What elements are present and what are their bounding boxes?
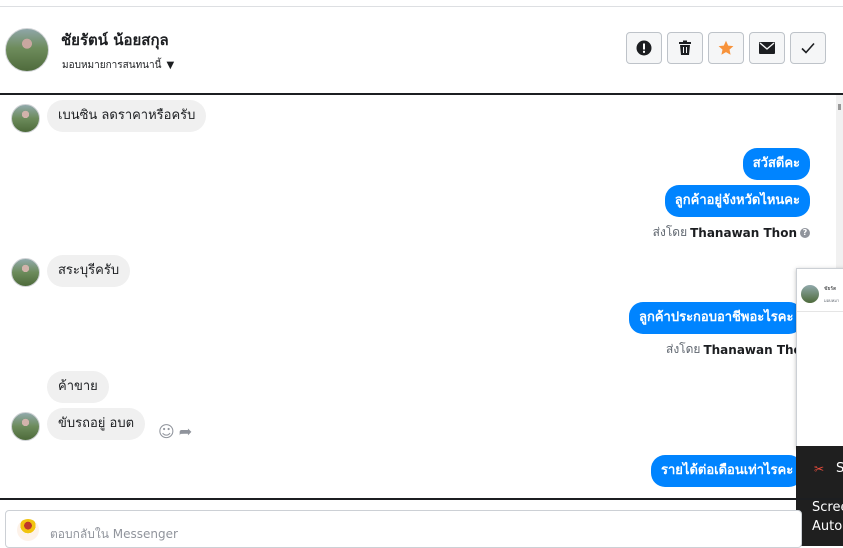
contact-name[interactable]: ชัยรัตน์ น้อยสกุล — [61, 28, 169, 52]
contact-avatar-small — [11, 258, 40, 287]
assign-label: มอบหมายการสนทนานี้ — [62, 60, 162, 71]
popup-subtitle: มอบหมา — [824, 298, 840, 303]
snip-icon: ✂ — [814, 462, 825, 476]
top-strip — [0, 0, 843, 7]
caret-down-icon: ▼ — [166, 60, 175, 71]
checkmark-icon — [801, 42, 815, 54]
sent-by-label: ส่งโดย Thanawan Thon — [666, 340, 810, 359]
popup-header: ชัยรัต มอบหมา — [797, 269, 843, 312]
message-hover-actions: ☺ ➦ — [158, 422, 192, 441]
message-thread[interactable]: เบนซิน ลดราคาหรือครับ สวัสดีคะ ลูกค้าอยู… — [0, 95, 836, 498]
contact-avatar[interactable] — [5, 28, 49, 72]
contact-avatar-small — [11, 412, 40, 441]
spam-button[interactable] — [626, 32, 662, 64]
popup-title: ชัยรัต — [824, 286, 837, 292]
star-icon — [718, 40, 734, 55]
popup-avatar — [801, 285, 819, 303]
outgoing-message[interactable]: สวัสดีคะ — [742, 148, 810, 180]
reply-composer[interactable]: ตอบกลับใน Messenger — [5, 510, 802, 548]
sent-by-prefix: ส่งโดย — [652, 225, 688, 239]
emoji-reaction-icon[interactable]: ☺ — [158, 422, 175, 441]
screenshot-toast[interactable]: ✂ S Scree Auto — [796, 446, 843, 546]
reply-input[interactable]: ตอบกลับใน Messenger — [50, 525, 178, 544]
trash-icon — [679, 40, 691, 55]
scrollbar-arrow[interactable] — [838, 104, 841, 110]
toast-app-letter: S — [836, 461, 843, 476]
sent-by-name: Thanawan Thon — [690, 225, 797, 240]
page-avatar — [17, 519, 39, 541]
toast-line-2: Auto — [812, 519, 843, 534]
toast-line-1: Scree — [812, 500, 843, 515]
outgoing-message[interactable]: รายได้ต่อเดือนเท่าไรคะ — [651, 455, 804, 487]
popup-chat-window[interactable]: ชัยรัต มอบหมา — [796, 268, 843, 448]
header-actions — [626, 32, 826, 64]
conversation-header: ชัยรัตน์ น้อยสกุล มอบหมายการสนทนานี้ ▼ — [0, 7, 843, 95]
incoming-message[interactable]: ขับรถอยู่ อบต — [47, 408, 146, 440]
reply-icon[interactable]: ➦ — [179, 422, 192, 441]
done-button[interactable] — [790, 32, 826, 64]
delete-button[interactable] — [667, 32, 703, 64]
outgoing-message[interactable]: ลูกค้าอยู่จังหวัดไหนคะ — [664, 185, 810, 217]
contact-avatar-small — [11, 104, 40, 133]
help-icon[interactable]: ? — [800, 227, 810, 238]
star-button[interactable] — [708, 32, 744, 64]
incoming-message[interactable]: ค้าขาย — [47, 371, 109, 403]
incoming-message[interactable]: สระบุรีครับ — [47, 255, 131, 287]
sent-by-prefix: ส่งโดย — [666, 342, 701, 356]
outgoing-message[interactable]: ลูกค้าประกอบอาชีพอะไรคะ — [629, 302, 804, 334]
sent-by-label: ส่งโดย Thanawan Thon ? — [653, 223, 810, 242]
assign-conversation-dropdown[interactable]: มอบหมายการสนทนานี้ ▼ — [62, 58, 174, 73]
toast-text: Scree Auto — [812, 498, 843, 536]
unread-button[interactable] — [749, 32, 785, 64]
sent-by-name: Thanawan Thon — [703, 342, 811, 357]
envelope-icon — [759, 42, 775, 54]
composer-divider — [0, 498, 843, 500]
exclamation-icon — [636, 40, 652, 56]
incoming-message[interactable]: เบนซิน ลดราคาหรือครับ — [47, 100, 207, 132]
